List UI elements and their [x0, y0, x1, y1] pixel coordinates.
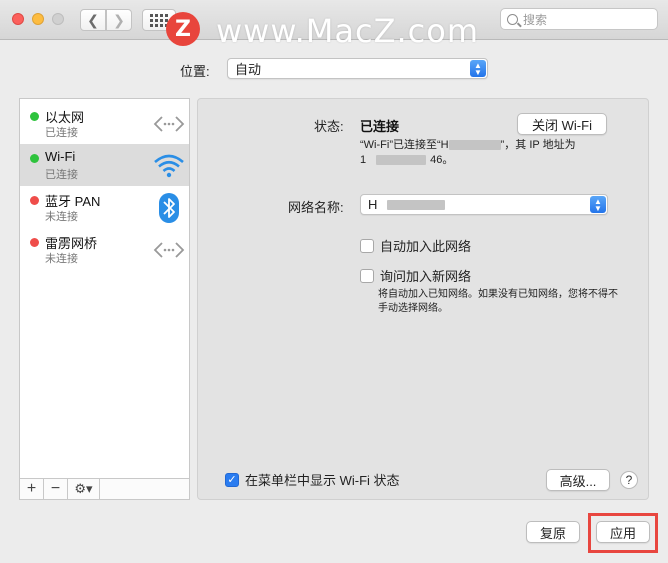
revert-button[interactable]: 复原 [526, 521, 580, 543]
service-list-toolbar: + − ⚙▾ [19, 478, 190, 500]
search-field[interactable]: 搜索 [500, 8, 658, 30]
status-description: “Wi-Fi”已连接至“H ”，其 IP 地址为 1 46。 [360, 138, 610, 168]
updown-chevron-icon: ▲ ▼ [470, 60, 486, 77]
ask-join-note: 将自动加入已知网络。如果没有已知网络，您将不得不手动选择网络。 [378, 289, 618, 314]
status-label: 状态: [314, 119, 344, 134]
status-dot-disconnected [30, 238, 39, 247]
auto-join-checkbox[interactable] [360, 238, 374, 253]
back-button[interactable]: ❮ [80, 9, 106, 31]
service-item-bluetooth-pan[interactable]: 蓝牙 PAN 未连接 [20, 186, 189, 228]
auto-join-label: 自动加入此网络 [380, 239, 472, 254]
updown-chevron-icon: ▲ ▼ [590, 196, 606, 213]
grid-icon [150, 13, 168, 27]
forward-button[interactable]: ❯ [106, 9, 132, 31]
ask-join-checkbox[interactable] [360, 268, 374, 283]
search-placeholder: 搜索 [523, 12, 548, 27]
location-label: 位置: [180, 64, 210, 79]
zoom-window-button[interactable] [52, 13, 64, 25]
turn-off-wifi-button[interactable]: 关闭 Wi-Fi [517, 113, 607, 135]
service-status: 已连接 [45, 127, 78, 139]
chevron-right-icon: ❯ [113, 11, 125, 28]
status-desc-part: “Wi-Fi”已连接至“H [360, 139, 449, 151]
network-name-label: 网络名称: [288, 200, 344, 215]
status-value: 已连接 [360, 119, 400, 134]
auto-join-row[interactable]: 自动加入此网络 [360, 236, 471, 255]
status-desc-part: 46。 [430, 154, 454, 166]
advanced-button[interactable]: 高级... [546, 469, 610, 491]
service-item-wifi[interactable]: Wi-Fi 已连接 [20, 144, 189, 186]
show-in-menubar-label: 在菜单栏中显示 Wi-Fi 状态 [245, 473, 400, 488]
location-select[interactable]: 自动 ▲ ▼ [227, 58, 488, 79]
service-item-ethernet[interactable]: 以太网 已连接 [20, 102, 189, 144]
chevron-left-icon: ❮ [87, 11, 99, 28]
minimize-window-button[interactable] [32, 13, 44, 25]
help-button[interactable]: ? [620, 471, 638, 489]
close-window-button[interactable] [12, 13, 24, 25]
redacted-ip [376, 155, 427, 166]
thunderbolt-bridge-arrows-icon [152, 234, 186, 266]
ask-join-label: 询问加入新网络 [380, 269, 472, 284]
redacted-ssid [448, 140, 501, 151]
status-desc-part: ”，其 IP 地址为 [500, 139, 576, 151]
wifi-icon [152, 150, 186, 182]
network-name-select[interactable]: H ▲ ▼ [360, 194, 608, 215]
show-in-menubar-checkbox[interactable]: ✓ [225, 472, 239, 487]
search-icon [507, 13, 518, 25]
service-status: 未连接 [45, 253, 78, 265]
checkmark-icon: ✓ [227, 474, 237, 486]
service-list: 以太网 已连接 Wi-Fi 已连接 蓝牙 PAN 未连接 雷雳网桥 未连接 [19, 98, 190, 500]
status-dot-connected [30, 112, 39, 121]
status-dot-connected [30, 154, 39, 163]
redacted-network-name [387, 199, 446, 210]
ask-join-row[interactable]: 询问加入新网络 [360, 266, 471, 285]
status-dot-disconnected [30, 196, 39, 205]
add-service-button[interactable]: + [20, 479, 44, 499]
watermark-text: www.MacZ.com [216, 12, 479, 50]
ethernet-arrows-icon [152, 108, 186, 140]
apply-button[interactable]: 应用 [596, 521, 650, 543]
service-item-thunderbolt-bridge[interactable]: 雷雳网桥 未连接 [20, 228, 189, 270]
watermark-logo: Z [166, 12, 200, 46]
network-name-value: H [368, 197, 378, 212]
location-value: 自动 [235, 62, 262, 77]
gear-menu-button[interactable]: ⚙▾ [68, 479, 100, 499]
service-name: Wi-Fi [45, 149, 76, 164]
bluetooth-icon [152, 192, 186, 224]
remove-service-button[interactable]: − [44, 479, 68, 499]
status-desc-part: 1 [360, 154, 367, 166]
service-status: 未连接 [45, 211, 78, 223]
show-in-menubar-row[interactable]: ✓ 在菜单栏中显示 Wi-Fi 状态 [225, 470, 400, 489]
service-status: 已连接 [45, 169, 78, 181]
